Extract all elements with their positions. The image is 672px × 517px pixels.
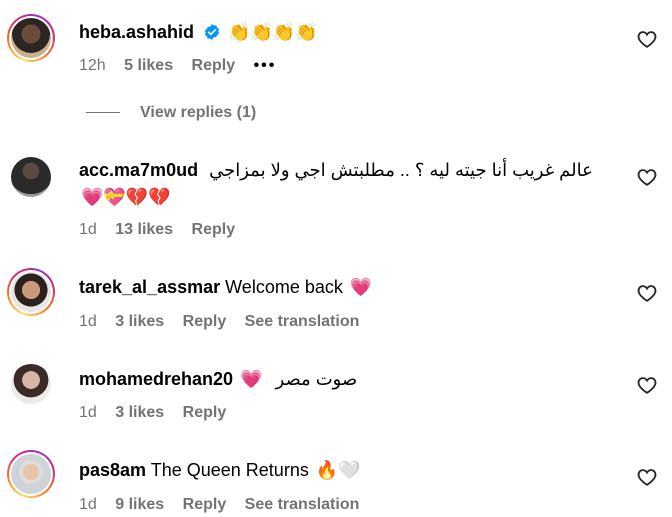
comment-line-2: 💗💝💔💔 bbox=[79, 186, 171, 208]
comment-text: The Queen Returns bbox=[150, 460, 309, 480]
like-heart-icon[interactable] bbox=[636, 374, 658, 396]
comment-text: Welcome back bbox=[225, 277, 343, 297]
comment-line: heba.ashahid 👏👏👏👏 bbox=[79, 21, 318, 43]
like-heart-icon[interactable] bbox=[636, 28, 658, 50]
comment-text: عالم غريب أنا جيته ليه ؟ .. مطلبتش اجي و… bbox=[209, 160, 593, 180]
see-translation-button[interactable]: See translation bbox=[245, 313, 360, 330]
likes-count-button[interactable]: 9 likes bbox=[115, 496, 164, 513]
reply-button[interactable]: Reply bbox=[183, 496, 227, 513]
heart-emoji: 💗 bbox=[349, 277, 373, 297]
heart-emoji: 💗 bbox=[240, 369, 263, 389]
likes-count-button[interactable]: 3 likes bbox=[115, 404, 164, 421]
comment-username[interactable]: mohamedrehan20 bbox=[79, 369, 233, 389]
comment-time: 1d bbox=[79, 313, 97, 330]
comment-text: صوت مصر bbox=[275, 369, 358, 389]
reply-button[interactable]: Reply bbox=[192, 57, 236, 74]
comment-time: 1d bbox=[79, 221, 97, 238]
like-heart-icon[interactable] bbox=[636, 466, 658, 488]
comment-time: 12h bbox=[79, 57, 106, 74]
reply-button[interactable]: Reply bbox=[192, 221, 236, 238]
fire-and-heart-emojis: 🔥🤍 bbox=[315, 460, 361, 480]
comment-line: acc.ma7m0ud عالم غريب أنا جيته ليه ؟ .. … bbox=[79, 159, 593, 181]
comment-meta: 1d 3 likes Reply bbox=[79, 403, 240, 423]
more-options-icon[interactable]: ••• bbox=[254, 57, 277, 74]
avatar[interactable] bbox=[7, 360, 55, 408]
comment-username[interactable]: tarek_al_assmar bbox=[79, 277, 220, 297]
avatar[interactable] bbox=[7, 268, 55, 316]
reply-button[interactable]: Reply bbox=[183, 313, 227, 330]
verified-badge-icon bbox=[204, 24, 220, 40]
avatar[interactable] bbox=[7, 153, 55, 201]
comment-line: mohamedrehan20 💗 صوت مصر bbox=[79, 368, 357, 390]
avatar[interactable] bbox=[7, 450, 55, 498]
see-translation-button[interactable]: See translation bbox=[245, 496, 360, 513]
comment-time: 1d bbox=[79, 404, 97, 421]
view-replies-button[interactable]: View replies (1) bbox=[86, 104, 256, 122]
view-replies-label: View replies (1) bbox=[140, 104, 257, 121]
comment-time: 1d bbox=[79, 496, 97, 513]
heart-emojis: 💗💝💔💔 bbox=[81, 187, 171, 207]
likes-count-button[interactable]: 3 likes bbox=[115, 313, 164, 330]
comment-line: pas8am The Queen Returns 🔥🤍 bbox=[79, 459, 361, 481]
like-heart-icon[interactable] bbox=[636, 166, 658, 188]
comment-username[interactable]: acc.ma7m0ud bbox=[79, 160, 198, 180]
replies-divider bbox=[86, 112, 120, 114]
comment-username[interactable]: heba.ashahid bbox=[79, 22, 194, 42]
comment-meta: 1d 9 likes Reply See translation bbox=[79, 495, 373, 515]
comment-line: tarek_al_assmar Welcome back 💗 bbox=[79, 276, 372, 298]
likes-count-button[interactable]: 13 likes bbox=[115, 221, 173, 238]
comment-meta: 1d 3 likes Reply See translation bbox=[79, 312, 373, 332]
like-heart-icon[interactable] bbox=[636, 282, 658, 304]
comment-meta: 1d 13 likes Reply bbox=[79, 220, 249, 240]
comment-username[interactable]: pas8am bbox=[79, 460, 146, 480]
reply-button[interactable]: Reply bbox=[183, 404, 227, 421]
likes-count-button[interactable]: 5 likes bbox=[124, 57, 173, 74]
comment-meta: 12h 5 likes Reply ••• bbox=[79, 56, 290, 76]
avatar[interactable] bbox=[7, 14, 55, 62]
clapping-hands-emoji: 👏👏👏👏 bbox=[228, 22, 318, 42]
